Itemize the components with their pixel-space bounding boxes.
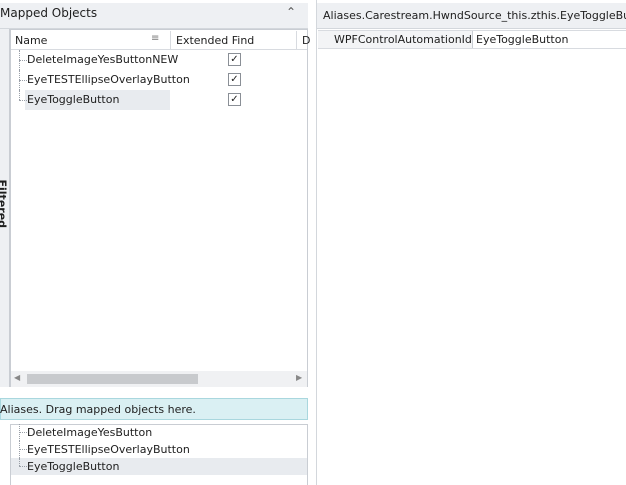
checkmark-icon: ✓ [230, 54, 239, 65]
property-value[interactable]: EyeToggleButton [476, 33, 568, 46]
tree-connector [19, 100, 27, 101]
aliases-hint: Aliases. Drag mapped objects here. [0, 403, 196, 416]
scrollbar-thumb[interactable] [27, 374, 198, 384]
list-item[interactable]: EyeTESTEllipseOverlayButton [11, 441, 307, 458]
tree-connector [19, 432, 27, 433]
column-header-next[interactable]: D [302, 34, 310, 47]
table-row[interactable]: DeleteImageYesButtonNEW ✓ [11, 50, 307, 70]
mapped-object-name: EyeToggleButton [27, 93, 120, 106]
triangle-right-icon[interactable]: ▶ [296, 373, 302, 382]
property-divider [472, 31, 473, 48]
extended-find-checkbox[interactable]: ✓ [228, 93, 241, 106]
mapped-object-name: DeleteImageYesButtonNEW [27, 53, 179, 66]
list-item[interactable]: EyeToggleButton [11, 458, 307, 475]
property-row[interactable]: WPFControlAutomationId EyeToggleButton [318, 30, 626, 49]
mapped-object-name: EyeTESTEllipseOverlayButton [27, 73, 190, 86]
tree-connector [19, 60, 27, 61]
triangle-left-icon[interactable]: ◀ [14, 373, 20, 382]
column-header-name[interactable]: Name [15, 34, 47, 47]
extended-find-checkbox[interactable]: ✓ [228, 73, 241, 86]
mapped-objects-title: Mapped Objects [0, 6, 98, 20]
tree-connector [19, 466, 27, 467]
column-divider[interactable] [170, 31, 171, 49]
list-item[interactable]: DeleteImageYesButton [11, 424, 307, 441]
checkmark-icon: ✓ [230, 94, 239, 105]
tree-connector [19, 80, 27, 81]
column-divider[interactable] [296, 31, 297, 49]
checkmark-icon: ✓ [230, 74, 239, 85]
alias-name: EyeTESTEllipseOverlayButton [27, 443, 190, 456]
properties-title: Aliases.Carestream.HwndSource_this.zthis… [323, 9, 626, 22]
property-name: WPFControlAutomationId [334, 33, 472, 46]
tree-connector [19, 90, 20, 100]
table-row[interactable]: EyeTESTEllipseOverlayButton ✓ [11, 70, 307, 90]
column-header-extended-find[interactable]: Extended Find [176, 34, 254, 47]
double-chevron-up-icon[interactable]: ⌃ [286, 6, 296, 18]
extended-find-checkbox[interactable]: ✓ [228, 53, 241, 66]
filtered-label: Filtered [0, 179, 9, 229]
alias-name: EyeToggleButton [27, 460, 120, 473]
table-row[interactable]: EyeToggleButton ✓ [11, 90, 307, 110]
sort-lines-icon[interactable]: ≡ [151, 33, 159, 44]
alias-name: DeleteImageYesButton [27, 426, 153, 439]
tree-connector [19, 449, 27, 450]
tree-connector [19, 458, 20, 466]
pane-splitter[interactable] [316, 0, 317, 485]
